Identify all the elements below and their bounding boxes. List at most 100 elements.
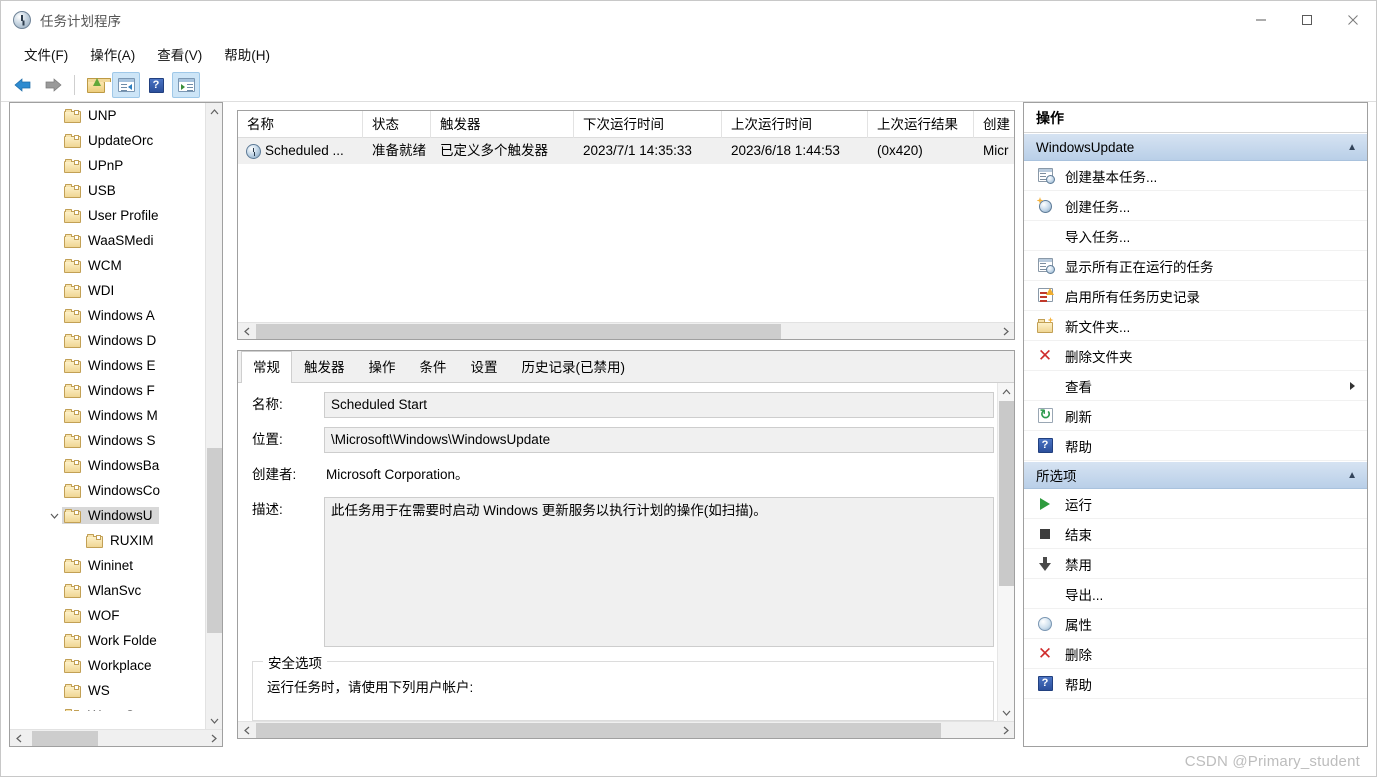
menu-view[interactable]: 查看(V) (146, 41, 213, 67)
field-location-value[interactable]: \Microsoft\Windows\WindowsUpdate (324, 427, 994, 453)
tab-1[interactable]: 触发器 (292, 351, 357, 382)
tree-item-workplace[interactable]: Workplace (10, 653, 206, 678)
details-horizontal-scrollbar[interactable] (238, 721, 1014, 738)
tree-item-wlansvc[interactable]: WlanSvc (10, 578, 206, 603)
action-import-task[interactable]: 导入任务... (1024, 221, 1367, 251)
scroll-down-icon[interactable] (206, 712, 222, 729)
actions-group-windowsupdate[interactable]: WindowsUpdate ▲ (1024, 133, 1367, 161)
tree-item-work-folde[interactable]: Work Folde (10, 628, 206, 653)
action-create-basic-task[interactable]: 创建基本任务... (1024, 161, 1367, 191)
task-list-hscroll-thumb[interactable] (256, 324, 781, 339)
details-vertical-scrollbar[interactable] (997, 383, 1014, 721)
column-header-0[interactable]: 名称 (238, 111, 363, 138)
action-create-task[interactable]: 创建任务... (1024, 191, 1367, 221)
tree-item-updateorc[interactable]: UpdateOrc (10, 128, 206, 153)
chevron-up-icon[interactable]: ▲ (1347, 470, 1357, 481)
action-export[interactable]: 导出... (1024, 579, 1367, 609)
toolbar-help-button[interactable]: ? (142, 72, 170, 98)
maximize-button[interactable] (1284, 1, 1330, 39)
tree-vertical-scrollbar[interactable] (205, 103, 222, 729)
chevron-up-icon[interactable]: ▲ (1347, 142, 1357, 153)
menu-help[interactable]: 帮助(H) (213, 41, 281, 67)
scroll-right-icon[interactable] (205, 730, 222, 746)
tree-item-unp[interactable]: UNP (10, 103, 206, 128)
tree-item-upnp[interactable]: UPnP (10, 153, 206, 178)
action-view[interactable]: 查看 (1024, 371, 1367, 401)
tree-item-windows-e[interactable]: Windows E (10, 353, 206, 378)
action-help-2[interactable]: ? 帮助 (1024, 669, 1367, 699)
forward-button[interactable] (39, 72, 67, 98)
tab-4[interactable]: 设置 (458, 351, 510, 382)
scroll-left-icon[interactable] (238, 323, 255, 339)
action-new-folder[interactable]: 新文件夹... (1024, 311, 1367, 341)
action-properties[interactable]: 属性 (1024, 609, 1367, 639)
tree-item-windows-f[interactable]: Windows F (10, 378, 206, 403)
field-name-value[interactable]: Scheduled Start (324, 392, 994, 418)
actions-group-selected-item[interactable]: 所选项 ▲ (1024, 461, 1367, 489)
show-action-pane-button[interactable] (172, 72, 200, 98)
column-header-1[interactable]: 状态 (363, 111, 431, 138)
tab-3[interactable]: 条件 (407, 351, 459, 382)
scroll-up-icon[interactable] (206, 103, 222, 120)
column-header-5[interactable]: 上次运行结果 (868, 111, 974, 138)
tree-item-wininet[interactable]: Wininet (10, 553, 206, 578)
show-console-tree-button[interactable] (112, 72, 140, 98)
back-button[interactable] (9, 72, 37, 98)
menu-file[interactable]: 文件(F) (13, 41, 79, 67)
action-help[interactable]: ? 帮助 (1024, 431, 1367, 461)
details-scroll-thumb[interactable] (999, 401, 1014, 586)
task-details-pane[interactable]: 常规 触发器 操作 条件 设置 历史记录(已禁用) 名称: Scheduled Start… (237, 350, 1015, 739)
tree-item-windows-s[interactable]: Windows S (10, 428, 206, 453)
column-header-2[interactable]: 触发器 (431, 111, 574, 138)
tree-item-windowsu[interactable]: WindowsU (10, 503, 206, 528)
details-tab-bar[interactable]: 常规 触发器 操作 条件 设置 历史记录(已禁用) (238, 351, 1014, 383)
expand-chevron-icon[interactable] (46, 513, 62, 519)
action-delete[interactable]: ✕ 删除 (1024, 639, 1367, 669)
action-refresh[interactable]: 刷新 (1024, 401, 1367, 431)
tree-item-wdi[interactable]: WDI (10, 278, 206, 303)
action-end[interactable]: 结束 (1024, 519, 1367, 549)
scroll-right-icon[interactable] (997, 323, 1014, 339)
table-row[interactable]: Scheduled ... 准备就绪 已定义多个触发器 2023/7/1 14:35:… (238, 138, 1014, 164)
tree-item-user-profile[interactable]: User Profile (10, 203, 206, 228)
column-header-4[interactable]: 上次运行时间 (722, 111, 868, 138)
task-list[interactable]: 名称 状态 触发器 下次运行时间 上次运行时间 上次运行结果 创建 Scheduled ..… (237, 110, 1015, 340)
action-run[interactable]: 运行 (1024, 489, 1367, 519)
tree-scroll-thumb[interactable] (207, 448, 222, 633)
tree-item-wof[interactable]: WOF (10, 603, 206, 628)
details-hscroll-thumb[interactable] (256, 723, 941, 738)
column-header-6[interactable]: 创建 (974, 111, 1014, 138)
scroll-up-icon[interactable] (998, 383, 1014, 400)
tree-item-windowsba[interactable]: WindowsBa (10, 453, 206, 478)
console-tree-pane[interactable]: UNP UpdateOrc UPnP USB User Profile WaaSMedi W… (9, 102, 223, 747)
action-show-running-tasks[interactable]: 显示所有正在运行的任务 (1024, 251, 1367, 281)
up-folder-button[interactable] (82, 72, 111, 98)
tree-hscroll-thumb[interactable] (32, 731, 98, 746)
tab-0[interactable]: 常规 (241, 351, 292, 383)
task-list-horizontal-scrollbar[interactable] (238, 322, 1014, 339)
field-description-value[interactable]: 此任务用于在需要时启动 Windows 更新服务以执行计划的操作(如扫描)。 (324, 497, 994, 647)
tab-2[interactable]: 操作 (356, 351, 408, 382)
menu-action[interactable]: 操作(A) (79, 41, 146, 67)
tree-item-windows-a[interactable]: Windows A (10, 303, 206, 328)
minimize-button[interactable] (1238, 1, 1284, 39)
task-list-body[interactable]: Scheduled ... 准备就绪 已定义多个触发器 2023/7/1 14:35:… (238, 138, 1014, 164)
tree-item-wwansvc[interactable]: WwanSvc (10, 703, 206, 711)
tree-item-ruxim[interactable]: RUXIM (10, 528, 206, 553)
action-disable[interactable]: 禁用 (1024, 549, 1367, 579)
action-delete-folder[interactable]: ✕ 删除文件夹 (1024, 341, 1367, 371)
tree-item-ws[interactable]: WS (10, 678, 206, 703)
scroll-left-icon[interactable] (238, 722, 255, 738)
column-header-3[interactable]: 下次运行时间 (574, 111, 722, 138)
tree-item-windows-d[interactable]: Windows D (10, 328, 206, 353)
tree-item-windows-m[interactable]: Windows M (10, 403, 206, 428)
tab-5[interactable]: 历史记录(已禁用) (509, 351, 637, 382)
scroll-down-icon[interactable] (998, 704, 1014, 721)
tree-item-waasmedi[interactable]: WaaSMedi (10, 228, 206, 253)
tree-horizontal-scrollbar[interactable] (10, 729, 222, 746)
tree-item-wcm[interactable]: WCM (10, 253, 206, 278)
tree-item-windowsco[interactable]: WindowsCo (10, 478, 206, 503)
scroll-left-icon[interactable] (10, 730, 27, 746)
tree-list[interactable]: UNP UpdateOrc UPnP USB User Profile WaaSMedi W… (10, 103, 206, 711)
close-button[interactable] (1330, 1, 1376, 39)
